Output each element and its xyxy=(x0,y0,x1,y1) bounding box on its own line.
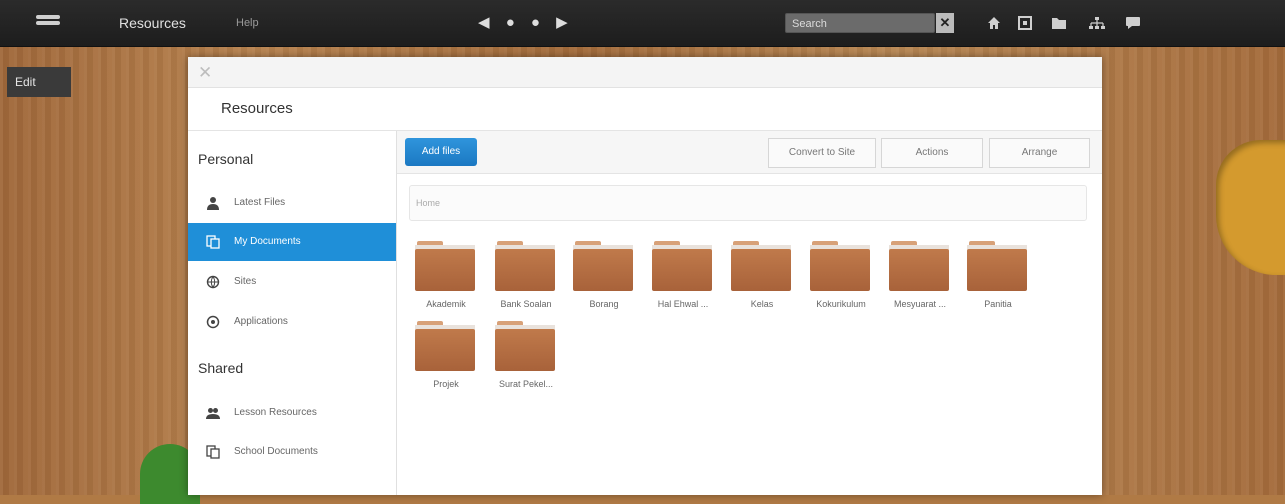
applications-icon xyxy=(206,315,220,329)
sidebar-item-label: School Documents xyxy=(234,446,318,457)
folder-item[interactable]: Kelas xyxy=(727,241,799,319)
edit-tab[interactable]: Edit xyxy=(7,67,71,97)
sidebar-item-label: Applications xyxy=(234,316,288,327)
folder-item[interactable]: Bank Soalan xyxy=(491,241,563,319)
folder-label: Kokurikulum xyxy=(816,299,866,309)
actions-button[interactable]: Actions xyxy=(881,138,983,168)
folder-icon xyxy=(652,241,712,293)
resources-sidebar: Personal Latest Files My Documents Sites… xyxy=(188,131,397,495)
folder-icon xyxy=(889,241,949,293)
sidebar-item-label: Lesson Resources xyxy=(234,407,317,418)
sidebar-item-label: Latest Files xyxy=(234,197,286,208)
section-heading-shared: Shared xyxy=(198,360,244,376)
folder-label: Panitia xyxy=(984,299,1012,309)
top-bar: Resources Help ◀ ● ● ▶ Search ✕ xyxy=(0,0,1285,47)
folder-icon xyxy=(415,241,475,293)
folder-label: Borang xyxy=(589,299,619,309)
search-input[interactable]: Search xyxy=(785,13,935,33)
folder-label: Surat Pekel... xyxy=(498,379,554,389)
sidebar-item-latest-files[interactable]: Latest Files xyxy=(188,184,396,222)
folder-item[interactable]: Panitia xyxy=(963,241,1035,319)
folder-icon xyxy=(495,241,555,293)
chat-icon[interactable] xyxy=(1125,16,1141,30)
documents-icon xyxy=(206,235,220,249)
convert-to-site-button[interactable]: Convert to Site xyxy=(768,138,876,168)
add-files-button[interactable]: Add files xyxy=(405,138,477,166)
folder-icon xyxy=(731,241,791,293)
sidebar-item-applications[interactable]: Applications xyxy=(188,303,396,341)
search-clear-icon[interactable]: ✕ xyxy=(936,13,954,33)
folder-label: Projek xyxy=(433,379,459,389)
network-icon[interactable] xyxy=(1088,16,1106,30)
folder-label: Kelas xyxy=(750,299,774,309)
person-icon xyxy=(207,197,219,210)
sidebar-item-school-documents[interactable]: School Documents xyxy=(188,433,396,471)
close-icon[interactable]: ✕ xyxy=(198,63,212,83)
folder-item[interactable]: Projek xyxy=(411,321,483,399)
folder-icon xyxy=(967,241,1027,293)
app-menu-icon[interactable] xyxy=(36,15,60,29)
folder-item[interactable]: Kokurikulum xyxy=(806,241,878,319)
sidebar-item-label: Sites xyxy=(234,276,257,287)
arrange-button[interactable]: Arrange xyxy=(989,138,1090,168)
section-heading-personal: Personal xyxy=(198,151,254,167)
home-icon[interactable] xyxy=(987,16,1001,30)
folder-item[interactable]: Borang xyxy=(569,241,641,319)
frame-icon[interactable] xyxy=(1018,16,1032,30)
folder-icon xyxy=(573,241,633,293)
folder-item[interactable]: Surat Pekel... xyxy=(491,321,563,399)
folder-label: Mesyuarat ... xyxy=(893,299,947,309)
folder-icon xyxy=(495,321,555,373)
folder-icon[interactable] xyxy=(1051,16,1067,30)
folder-item[interactable]: Hal Ehwal ... xyxy=(648,241,720,319)
dialog-title: Resources xyxy=(221,100,293,117)
folder-icon xyxy=(810,241,870,293)
content-toolbar: Add files Convert to Site Actions Arrang… xyxy=(397,131,1102,174)
folder-icon xyxy=(415,321,475,373)
folder-item[interactable]: Mesyuarat ... xyxy=(885,241,957,319)
sidebar-item-label: My Documents xyxy=(234,236,301,247)
folder-label: Bank Soalan xyxy=(500,299,552,309)
resources-content: Add files Convert to Site Actions Arrang… xyxy=(397,131,1102,495)
people-icon xyxy=(206,408,220,419)
sidebar-item-sites[interactable]: Sites xyxy=(188,263,396,301)
sidebar-item-my-documents[interactable]: My Documents xyxy=(188,223,396,261)
globe-icon xyxy=(206,275,220,289)
documents-icon xyxy=(206,445,220,459)
dialog-top-strip xyxy=(188,57,1102,88)
breadcrumb[interactable]: Home xyxy=(409,185,1087,221)
page-navigator[interactable]: ◀ ● ● ▶ xyxy=(478,13,574,31)
folder-label: Akademik xyxy=(426,299,466,309)
sidebar-item-lesson-resources[interactable]: Lesson Resources xyxy=(188,394,396,432)
help-link[interactable]: Help xyxy=(236,17,259,29)
folder-label: Hal Ehwal ... xyxy=(657,299,709,309)
folder-item[interactable]: Akademik xyxy=(411,241,483,319)
top-bar-title[interactable]: Resources xyxy=(119,15,186,31)
resources-dialog: ✕ Resources Personal Latest Files My Doc… xyxy=(188,57,1102,495)
